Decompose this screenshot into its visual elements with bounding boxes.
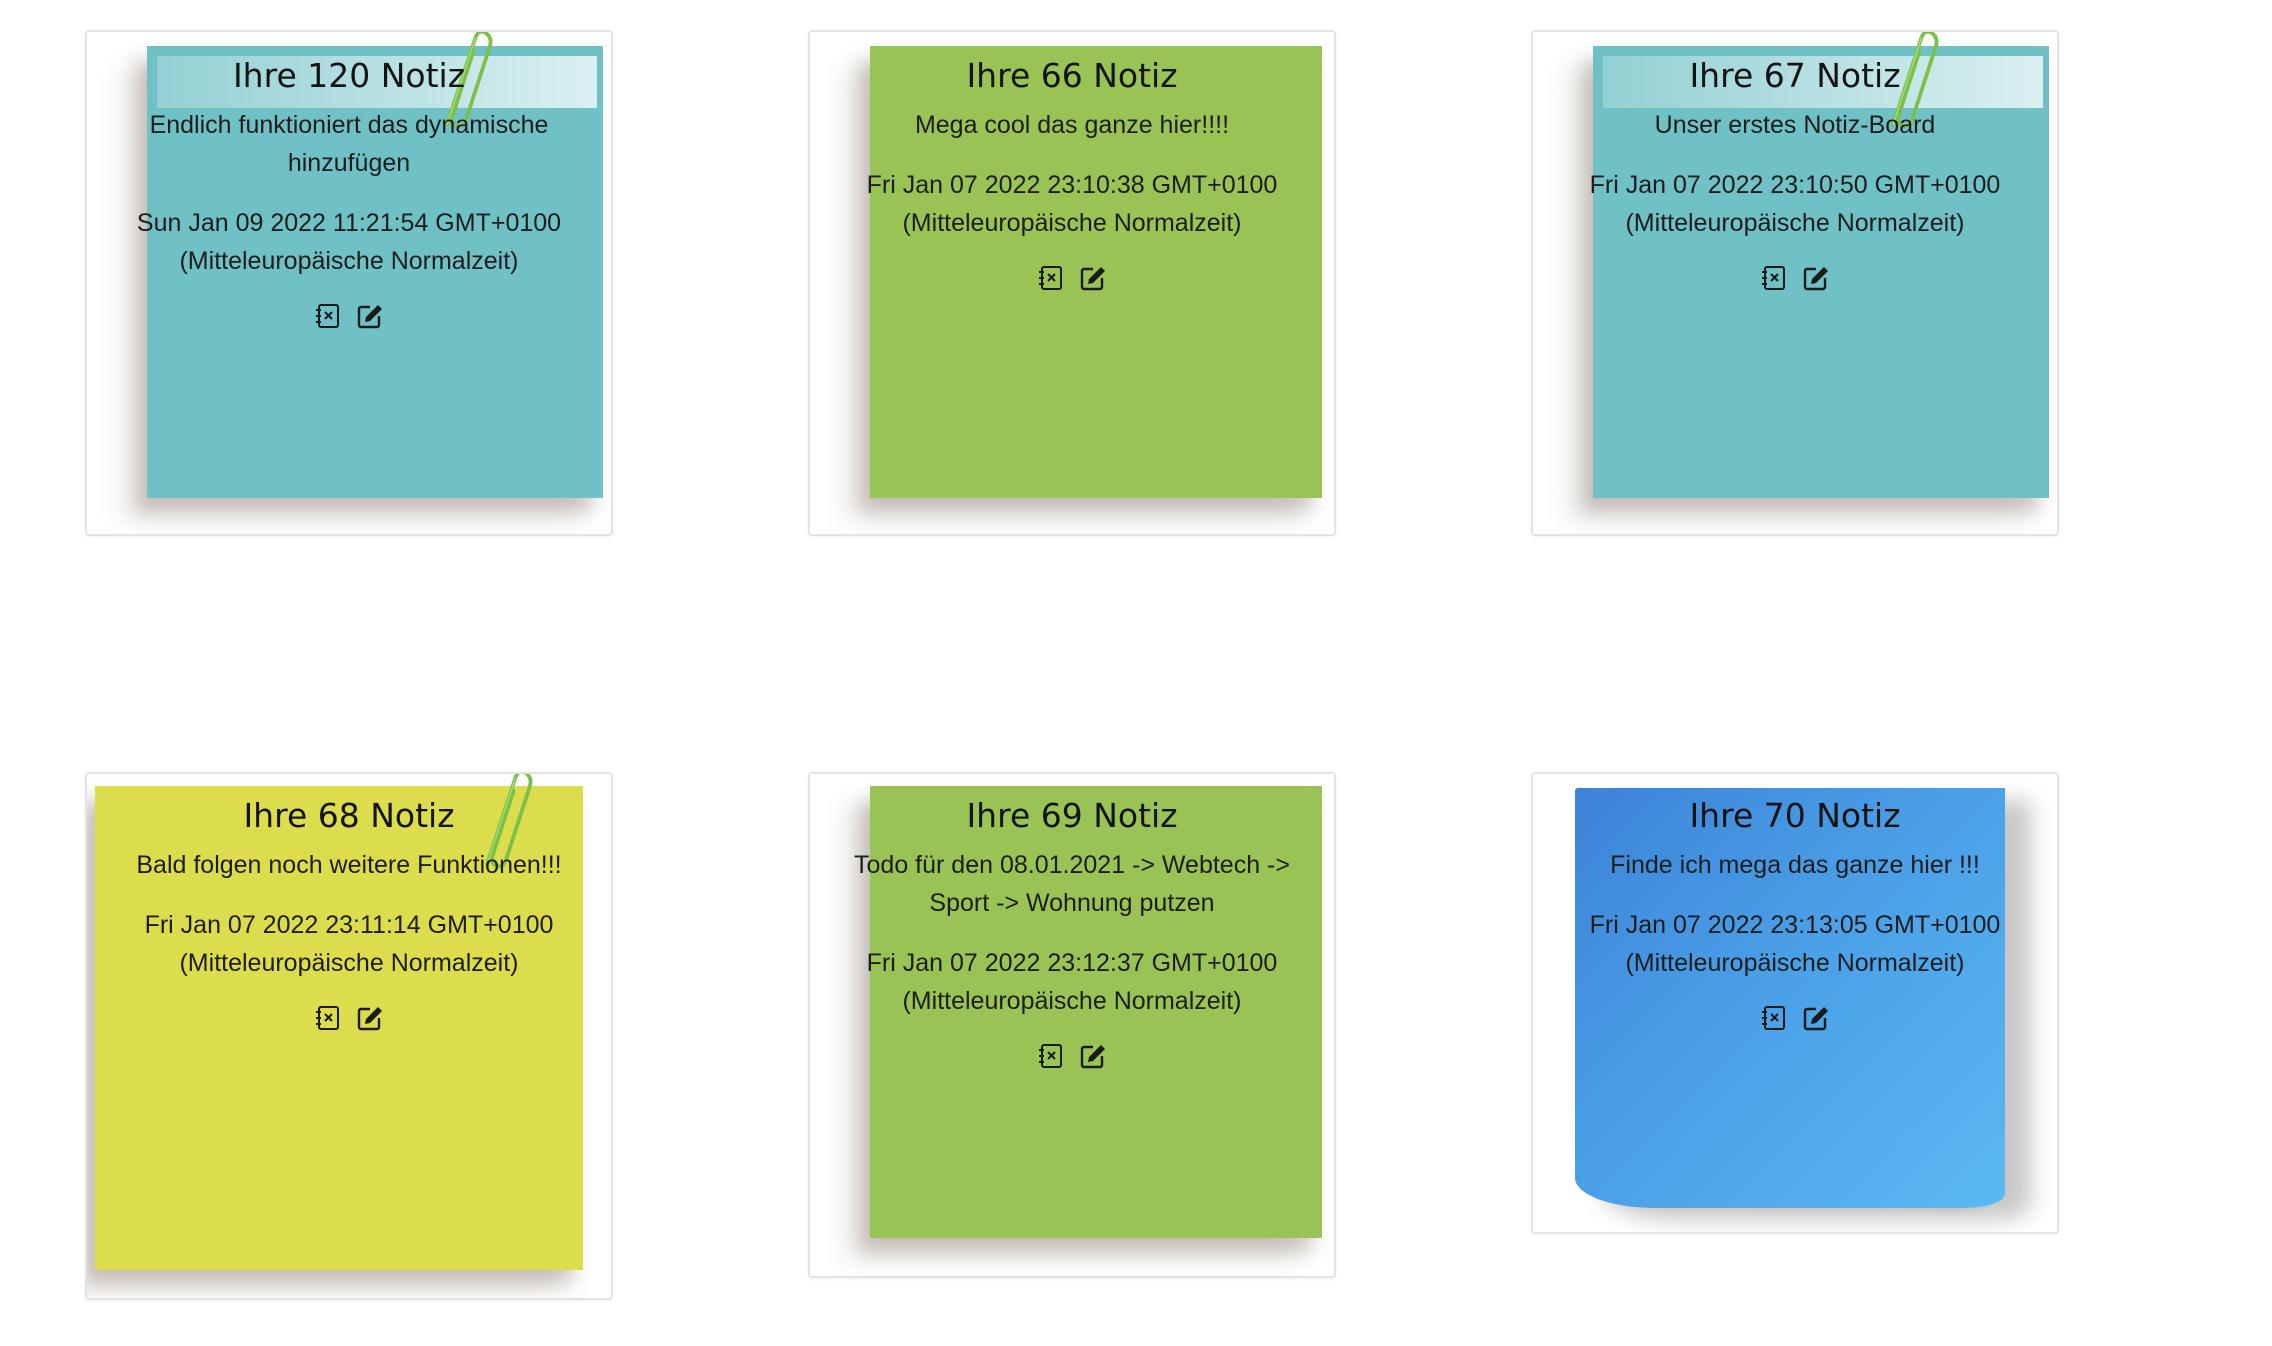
note-card: Ihre 67 Notiz Unser erstes Notiz-Board F… <box>1531 30 2059 536</box>
note-text: Unser erstes Notiz-Board <box>1654 111 1936 139</box>
note-actions <box>87 1004 611 1032</box>
edit-note-icon[interactable] <box>1802 264 1830 292</box>
note-actions <box>810 1042 1334 1070</box>
note-title: Ihre 67 Notiz <box>1689 56 1901 95</box>
note-date: Fri Jan 07 2022 23:11:14 GMT+0100 (Mittel… <box>144 911 554 977</box>
note-text: Finde ich mega das ganze hier !!! <box>1610 851 1980 879</box>
edit-note-icon[interactable] <box>1079 1042 1107 1070</box>
note-content: Ihre 67 Notiz Unser erstes Notiz-Board F… <box>1533 52 2057 292</box>
note-title: Ihre 120 Notiz <box>232 56 466 95</box>
delete-note-icon[interactable] <box>1760 1004 1788 1032</box>
note-date: Fri Jan 07 2022 23:10:50 GMT+0100 (Mittel… <box>1589 171 2001 237</box>
edit-note-icon[interactable] <box>1079 264 1107 292</box>
note-content: Ihre 66 Notiz Mega cool das ganze hier!!… <box>810 52 1334 292</box>
note-actions <box>87 302 611 330</box>
note-card: Ihre 120 Notiz Endlich funktioniert das … <box>85 30 613 536</box>
edit-note-icon[interactable] <box>1802 1004 1830 1032</box>
delete-note-icon[interactable] <box>1037 1042 1065 1070</box>
delete-note-icon[interactable] <box>1760 264 1788 292</box>
note-content: Ihre 120 Notiz Endlich funktioniert das … <box>87 52 611 330</box>
note-card: Ihre 70 Notiz Finde ich mega das ganze h… <box>1531 772 2059 1234</box>
note-date: Fri Jan 07 2022 23:13:05 GMT+0100 (Mittel… <box>1589 911 2001 977</box>
note-text: Mega cool das ganze hier!!!! <box>914 111 1230 139</box>
delete-note-icon[interactable] <box>1037 264 1065 292</box>
note-content: Ihre 70 Notiz Finde ich mega das ganze h… <box>1533 792 2057 1032</box>
note-title: Ihre 68 Notiz <box>243 796 455 835</box>
note-title: Ihre 66 Notiz <box>966 56 1178 95</box>
note-title: Ihre 69 Notiz <box>966 796 1178 835</box>
delete-note-icon[interactable] <box>314 1004 342 1032</box>
note-text: Endlich funktioniert das dynamische hinz… <box>149 111 549 177</box>
note-date: Sun Jan 09 2022 11:21:54 GMT+0100 (Mittel… <box>136 209 562 275</box>
note-title: Ihre 70 Notiz <box>1689 796 1901 835</box>
note-date: Fri Jan 07 2022 23:10:38 GMT+0100 (Mittel… <box>866 171 1278 237</box>
note-card: Ihre 66 Notiz Mega cool das ganze hier!!… <box>808 30 1336 536</box>
note-actions <box>810 264 1334 292</box>
edit-note-icon[interactable] <box>356 302 384 330</box>
note-date: Fri Jan 07 2022 23:12:37 GMT+0100 (Mittel… <box>866 949 1278 1015</box>
note-content: Ihre 69 Notiz Todo für den 08.01.2021 ->… <box>810 792 1334 1070</box>
note-text: Todo für den 08.01.2021 -> Webtech -> Sp… <box>854 851 1290 917</box>
note-card: Ihre 69 Notiz Todo für den 08.01.2021 ->… <box>808 772 1336 1278</box>
note-actions <box>1533 1004 2057 1032</box>
note-card: Ihre 68 Notiz Bald folgen noch weitere F… <box>85 772 613 1300</box>
note-text: Bald folgen noch weitere Funktionen!!! <box>136 851 562 879</box>
note-content: Ihre 68 Notiz Bald folgen noch weitere F… <box>87 792 611 1032</box>
edit-note-icon[interactable] <box>356 1004 384 1032</box>
delete-note-icon[interactable] <box>314 302 342 330</box>
note-actions <box>1533 264 2057 292</box>
